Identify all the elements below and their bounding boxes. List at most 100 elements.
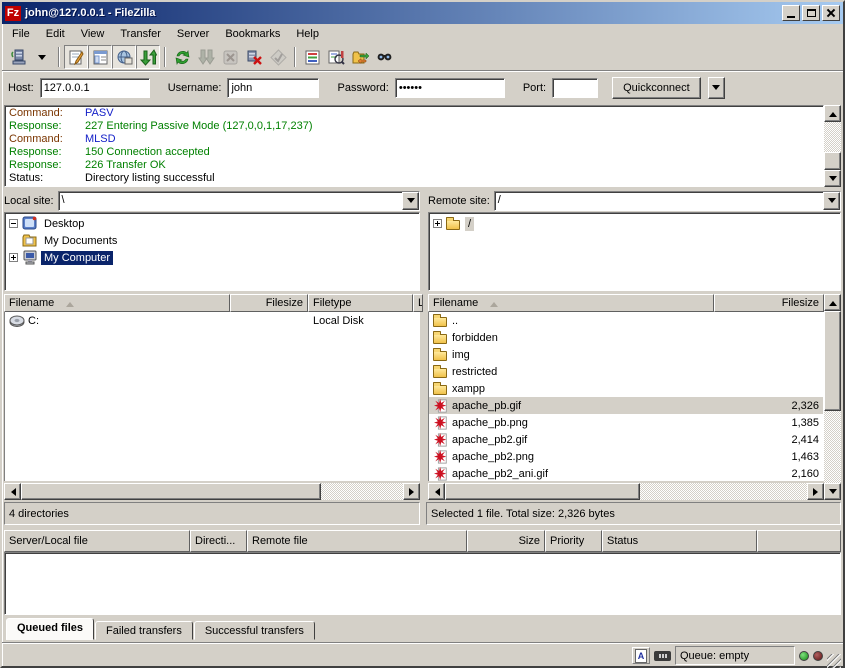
- scroll-right-button[interactable]: [807, 483, 824, 500]
- scrollbar-thumb[interactable]: [824, 152, 841, 170]
- menu-server[interactable]: Server: [169, 26, 217, 42]
- scroll-up-button[interactable]: [824, 105, 841, 122]
- cancel-button[interactable]: [218, 45, 242, 69]
- column-filesize[interactable]: Filesize: [714, 294, 824, 312]
- column-priority[interactable]: Priority: [545, 530, 602, 552]
- scroll-left-button[interactable]: [428, 483, 445, 500]
- tab-queued-files[interactable]: Queued files: [6, 618, 94, 640]
- menu-edit[interactable]: Edit: [38, 26, 73, 42]
- remote-horizontal-scrollbar[interactable]: [428, 483, 824, 500]
- column-filetype[interactable]: Filetype: [308, 294, 413, 312]
- refresh-icon: [174, 49, 191, 66]
- scroll-right-button[interactable]: [403, 483, 420, 500]
- expand-toggle[interactable]: [9, 253, 18, 262]
- title-bar[interactable]: Fz john@127.0.0.1 - FileZilla: [2, 2, 843, 24]
- arrow-down-icon: [829, 176, 837, 185]
- site-manager-dropdown[interactable]: [30, 45, 54, 69]
- menu-file[interactable]: File: [4, 26, 38, 42]
- search-button[interactable]: [372, 45, 396, 69]
- column-filesize[interactable]: Filesize: [230, 294, 308, 312]
- queue-header: Server/Local file Directi... Remote file…: [4, 530, 841, 552]
- transfer-type-button[interactable]: A: [632, 647, 650, 664]
- tree-item-my-computer[interactable]: My Computer: [7, 249, 419, 266]
- column-filename[interactable]: Filename: [4, 294, 230, 312]
- site-manager-button[interactable]: [6, 45, 30, 69]
- tree-item-root[interactable]: /: [431, 215, 840, 232]
- queue-list[interactable]: [4, 552, 841, 615]
- tree-item-desktop[interactable]: Desktop: [7, 215, 419, 232]
- port-input[interactable]: [552, 78, 598, 98]
- quickconnect-button[interactable]: Quickconnect: [612, 77, 701, 99]
- local-site-combo[interactable]: \: [58, 191, 420, 211]
- remote-site-combo[interactable]: /: [494, 191, 841, 211]
- local-file-row[interactable]: C: Local Disk: [5, 312, 419, 329]
- menu-bookmarks[interactable]: Bookmarks: [217, 26, 288, 42]
- local-site-dropdown[interactable]: [402, 192, 419, 210]
- remote-file-row[interactable]: restricted: [429, 363, 823, 380]
- scroll-up-button[interactable]: [824, 294, 841, 311]
- expand-toggle[interactable]: [433, 219, 442, 228]
- local-tree: Desktop My Documents: [4, 212, 420, 291]
- scrollbar-thumb[interactable]: [21, 483, 321, 500]
- toggle-remote-tree-button[interactable]: [112, 45, 136, 69]
- scroll-left-button[interactable]: [4, 483, 21, 500]
- remote-file-row[interactable]: forbidden: [429, 329, 823, 346]
- remote-file-row[interactable]: img: [429, 346, 823, 363]
- toggle-message-log-button[interactable]: [64, 45, 88, 69]
- toggle-log-icon: [68, 49, 85, 66]
- maximize-icon: [807, 9, 816, 17]
- window-title: john@127.0.0.1 - FileZilla: [25, 7, 780, 19]
- directory-comparison-button[interactable]: [324, 45, 348, 69]
- remote-file-row[interactable]: apache_pb.png 1,385: [429, 414, 823, 431]
- toggle-local-tree-button[interactable]: [88, 45, 112, 69]
- menu-view[interactable]: View: [73, 26, 113, 42]
- tab-successful-transfers[interactable]: Successful transfers: [194, 621, 315, 640]
- remote-file-row[interactable]: apache_pb2.gif 2,414: [429, 431, 823, 448]
- log-scrollbar[interactable]: [824, 105, 841, 187]
- remote-file-row[interactable]: apache_pb2.png 1,463: [429, 448, 823, 465]
- password-input[interactable]: [395, 78, 505, 98]
- toolbar: [2, 43, 843, 72]
- tree-item-my-documents[interactable]: My Documents: [7, 232, 419, 249]
- process-queue-button[interactable]: [194, 45, 218, 69]
- column-direction[interactable]: Directi...: [190, 530, 247, 552]
- disconnect-button[interactable]: [242, 45, 266, 69]
- arrow-down-icon: [829, 489, 837, 498]
- close-icon: [826, 8, 836, 18]
- close-button[interactable]: [822, 5, 840, 21]
- minimize-button[interactable]: [782, 5, 800, 21]
- filter-button[interactable]: [300, 45, 324, 69]
- resize-grip-icon[interactable]: [827, 654, 841, 668]
- remote-file-row[interactable]: ..: [429, 312, 823, 329]
- column-filename[interactable]: Filename: [428, 294, 714, 312]
- quickconnect-dropdown[interactable]: [708, 77, 725, 99]
- scrollbar-thumb[interactable]: [445, 483, 640, 500]
- reconnect-button[interactable]: [266, 45, 290, 69]
- scroll-down-button[interactable]: [824, 170, 841, 187]
- scrollbar-thumb[interactable]: [824, 311, 841, 411]
- tab-failed-transfers[interactable]: Failed transfers: [95, 621, 193, 640]
- column-server-local-file[interactable]: Server/Local file: [4, 530, 190, 552]
- refresh-button[interactable]: [170, 45, 194, 69]
- scroll-down-button[interactable]: [824, 483, 841, 500]
- username-input[interactable]: [227, 78, 319, 98]
- maximize-button[interactable]: [802, 5, 820, 21]
- menu-help[interactable]: Help: [288, 26, 327, 42]
- column-size[interactable]: Size: [467, 530, 545, 552]
- remote-file-row[interactable]: xampp: [429, 380, 823, 397]
- toggle-queue-button[interactable]: [136, 45, 160, 69]
- synchronized-browsing-button[interactable]: [348, 45, 372, 69]
- column-status[interactable]: Status: [602, 530, 757, 552]
- host-label: Host:: [8, 82, 34, 94]
- local-horizontal-scrollbar[interactable]: [4, 483, 420, 500]
- remote-file-row[interactable]: apache_pb2_ani.gif 2,160: [429, 465, 823, 481]
- remote-site-dropdown[interactable]: [823, 192, 840, 210]
- menu-bar: File Edit View Transfer Server Bookmarks…: [2, 24, 843, 43]
- remote-vertical-scrollbar[interactable]: [824, 294, 841, 500]
- menu-transfer[interactable]: Transfer: [112, 26, 169, 42]
- local-pane: Local site: \ Desktop: [2, 189, 422, 525]
- collapse-toggle[interactable]: [9, 219, 18, 228]
- remote-file-row-selected[interactable]: apache_pb.gif 2,326: [429, 397, 823, 414]
- host-input[interactable]: [40, 78, 150, 98]
- column-remote-file[interactable]: Remote file: [247, 530, 467, 552]
